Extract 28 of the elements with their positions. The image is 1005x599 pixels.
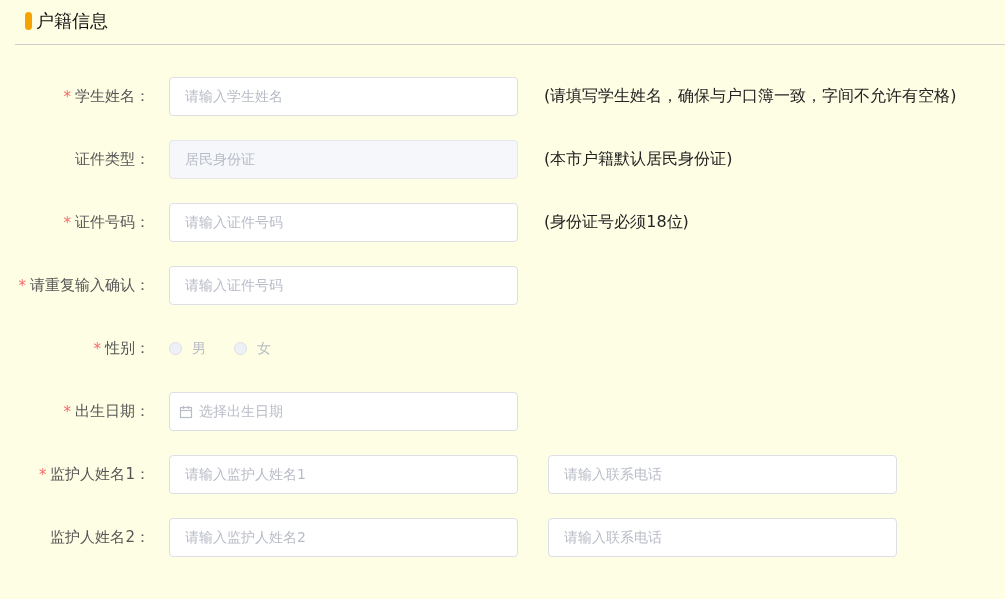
required-asterisk: * [63,213,71,232]
field-hint: (本市户籍默认居民身份证) [544,149,733,170]
calendar-icon [179,404,193,419]
input-field[interactable]: 请输入证件号码 [169,266,518,305]
input-field[interactable]: 请输入监护人姓名1 [169,455,518,494]
input-field[interactable]: 选择出生日期 [169,392,518,431]
field-label: 证件类型： [75,150,150,169]
input-field[interactable]: 请输入学生姓名 [169,77,518,116]
section-title: 户籍信息 [36,9,108,33]
required-asterisk: * [18,276,26,295]
input-field[interactable]: 请输入联系电话 [548,518,897,557]
input-field[interactable]: 请输入监护人姓名2 [169,518,518,557]
required-asterisk: * [38,465,47,484]
field-label: 性别： [105,339,150,358]
field-hint: (请填写学生姓名，确保与户口簿一致，字间不允许有空格) [544,86,957,107]
required-asterisk: * [63,87,71,106]
field-label: 监护人姓名2： [50,528,150,547]
field-label: 出生日期： [75,402,150,421]
field-label: 监护人姓名1： [50,465,150,484]
required-asterisk: * [93,339,101,358]
field-label: 学生姓名： [75,87,150,106]
field-label: 请重复输入确认： [30,276,150,295]
required-asterisk: * [63,402,71,421]
input-field[interactable]: 请输入联系电话 [548,455,897,494]
field-hint: (身份证号必须18位) [544,212,689,233]
section-marker [25,12,32,30]
field-label: 证件号码： [75,213,150,232]
input-field[interactable]: 请输入证件号码 [169,203,518,242]
